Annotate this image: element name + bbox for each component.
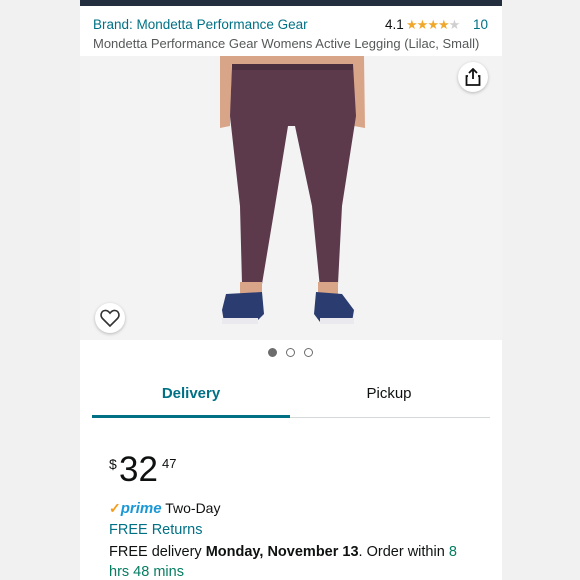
carousel-dot[interactable] — [286, 348, 295, 357]
delivery-date: Monday, November 13 — [205, 544, 359, 560]
delivery-estimate: FREE delivery Monday, November 13. Order… — [109, 542, 479, 580]
two-day-label: Two-Day — [165, 500, 221, 516]
fulfillment-tabs: Delivery Pickup — [80, 376, 502, 420]
heart-icon — [100, 309, 120, 327]
right-margin — [502, 0, 580, 580]
price-whole: 32 — [119, 450, 158, 489]
top-bar — [80, 0, 502, 6]
star-icon: ★ — [416, 17, 429, 32]
price-symbol: $ — [109, 456, 117, 472]
tab-pickup[interactable]: Pickup — [290, 376, 488, 416]
rating-count-link[interactable]: 10 — [473, 17, 488, 32]
rating-value: 4.1 — [385, 17, 404, 32]
image-carousel-dots[interactable] — [268, 348, 328, 358]
star-icon: ★ — [427, 17, 439, 32]
order-within-label: . Order within — [358, 544, 445, 560]
share-icon — [465, 68, 481, 86]
prime-badge-row: ✓prime Two-Day — [109, 500, 220, 517]
star-empty-icon: ★ — [448, 17, 461, 32]
tab-delivery[interactable]: Delivery — [92, 376, 290, 416]
brand-link[interactable]: Brand: Mondetta Performance Gear — [93, 17, 308, 32]
star-icon: ★ — [437, 17, 450, 32]
prime-logo: prime — [120, 500, 162, 517]
prime-check-icon: ✓ — [109, 500, 121, 516]
star-icon: ★ — [406, 17, 418, 32]
legging-photo — [80, 56, 502, 340]
free-returns-link[interactable]: FREE Returns — [109, 522, 202, 538]
active-tab-indicator — [92, 415, 290, 418]
star-rating[interactable]: ★★★★★ — [406, 17, 461, 33]
free-delivery-label: FREE delivery — [109, 544, 202, 560]
left-margin — [0, 0, 80, 580]
product-card: Brand: Mondetta Performance Gear 4.1 ★★★… — [80, 0, 502, 580]
brand-rating-row: Brand: Mondetta Performance Gear 4.1 ★★★… — [93, 17, 493, 37]
carousel-dot[interactable] — [268, 348, 277, 357]
price-fraction: 47 — [162, 456, 177, 471]
product-image[interactable] — [80, 56, 502, 340]
product-title: Mondetta Performance Gear Womens Active … — [93, 36, 480, 51]
share-button[interactable] — [458, 62, 488, 92]
carousel-dot[interactable] — [304, 348, 313, 357]
wishlist-button[interactable] — [95, 303, 125, 333]
